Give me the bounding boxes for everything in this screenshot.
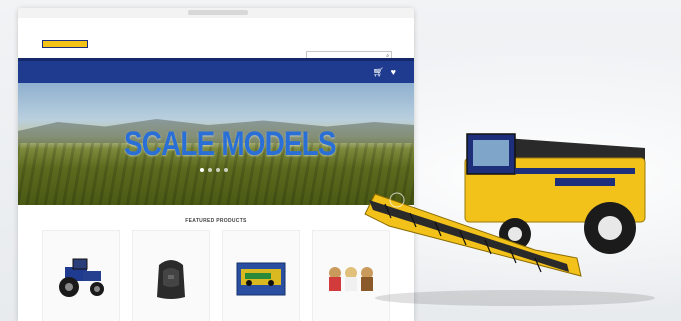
main-nav: 🛒︎ ♥	[18, 58, 414, 86]
boxed-model-image	[236, 262, 286, 296]
hero-headline: SCALE MODELS	[124, 125, 336, 163]
logo-line2	[42, 40, 88, 48]
backpack-image	[157, 260, 185, 299]
site-header: ⌕	[18, 18, 414, 60]
brand-logo[interactable]	[42, 38, 94, 53]
carousel-dot[interactable]	[208, 168, 212, 172]
heart-icon[interactable]: ♥	[391, 67, 396, 77]
carousel-dot[interactable]	[200, 168, 204, 172]
product-card[interactable]	[132, 230, 210, 321]
carousel-dot[interactable]	[224, 168, 228, 172]
product-grid	[42, 230, 390, 321]
product-card[interactable]	[42, 230, 120, 321]
combine-harvester-image	[364, 133, 655, 306]
product-card[interactable]	[222, 230, 300, 321]
cart-icon[interactable]: 🛒︎	[373, 67, 384, 78]
address-bar[interactable]	[188, 10, 248, 15]
carousel-dots	[200, 168, 228, 172]
tractor-image	[59, 258, 104, 297]
carousel-dot[interactable]	[216, 168, 220, 172]
